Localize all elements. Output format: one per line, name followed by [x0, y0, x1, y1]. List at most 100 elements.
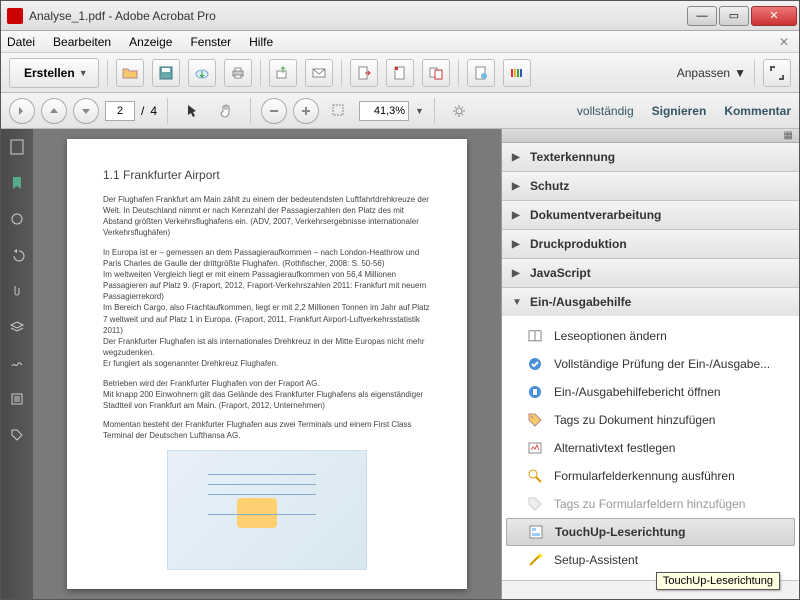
zoom-in-button[interactable]: [293, 98, 319, 124]
maximize-button[interactable]: ▭: [719, 6, 749, 26]
layers-icon[interactable]: [7, 317, 27, 337]
page-input[interactable]: [105, 101, 135, 121]
open-button[interactable]: [116, 59, 144, 87]
doc-heading: 1.1 Frankfurter Airport: [103, 167, 431, 184]
tool-label: Ein-/Ausgabehilfebericht öffnen: [554, 385, 721, 399]
next-page-button[interactable]: [73, 98, 99, 124]
print-button[interactable]: [224, 59, 252, 87]
tool-touchup[interactable]: TouchUp-Leserichtung: [506, 518, 795, 546]
menu-bearbeiten[interactable]: Bearbeiten: [53, 35, 111, 49]
section-texterkennung[interactable]: ▶ Texterkennung: [502, 143, 799, 171]
minimize-button[interactable]: —: [687, 6, 717, 26]
fullscreen-button[interactable]: [763, 59, 791, 87]
window-controls: — ▭ ✕: [687, 6, 799, 26]
menu-hilfe[interactable]: Hilfe: [249, 35, 273, 49]
body: 1.1 Frankfurter Airport Der Flughafen Fr…: [1, 129, 799, 599]
airport-map-figure: [167, 450, 367, 570]
thumbnails-icon[interactable]: [7, 137, 27, 157]
colors-button[interactable]: [503, 59, 531, 87]
combine-button[interactable]: [422, 59, 450, 87]
book-icon: [526, 327, 544, 345]
section-label: Schutz: [530, 179, 569, 193]
tool-alternativtext[interactable]: Alternativtext festlegen: [502, 434, 799, 462]
customize-dropdown[interactable]: Anpassen ▼: [677, 66, 746, 80]
zoom-out-button[interactable]: [261, 98, 287, 124]
section-druckproduktion[interactable]: ▶Druckproduktion: [502, 230, 799, 258]
comment-label[interactable]: Kommentar: [724, 104, 791, 118]
share-button[interactable]: [269, 59, 297, 87]
section-dokumentverarbeitung[interactable]: ▶ Dokumentverarbeitung: [502, 201, 799, 229]
rainbow-icon: [509, 65, 525, 81]
main-toolbar: Erstellen ▼ Anpassen ▼: [1, 53, 799, 93]
tool-setup[interactable]: Setup-Assistent: [502, 546, 799, 574]
undo-icon[interactable]: [7, 245, 27, 265]
order-icon[interactable]: [7, 389, 27, 409]
tool-tags-formular: Tags zu Formularfeldern hinzufügen: [502, 490, 799, 518]
section-label: Texterkennung: [530, 150, 615, 164]
menu-fenster[interactable]: Fenster: [190, 35, 231, 49]
attachments-icon[interactable]: [7, 209, 27, 229]
gear-icon: [451, 103, 467, 119]
menu-anzeige[interactable]: Anzeige: [129, 35, 172, 49]
folder-icon: [122, 65, 138, 81]
export-button[interactable]: [350, 59, 378, 87]
cloud-button[interactable]: [188, 59, 216, 87]
titlebar: Analyse_1.pdf - Adobe Acrobat Pro — ▭ ✕: [1, 1, 799, 31]
menu-datei[interactable]: Datei: [7, 35, 35, 49]
tool-label: Vollständige Prüfung der Ein-/Ausgabe...: [554, 357, 770, 371]
save-button[interactable]: [152, 59, 180, 87]
tooltip: TouchUp-Leserichtung: [656, 572, 780, 590]
tools-dropdown[interactable]: [445, 97, 473, 125]
edit-button[interactable]: [467, 59, 495, 87]
form-icon: [526, 467, 544, 485]
chevron-right-icon: ▶: [512, 152, 522, 163]
tool-leseoptionen[interactable]: Leseoptionen ändern: [502, 322, 799, 350]
nav-toolbar: / 4 ▼ vollständig Signieren Kommentar: [1, 93, 799, 129]
total-pages: 4: [150, 104, 157, 118]
clip-icon[interactable]: [7, 281, 27, 301]
zoom-chevron-icon[interactable]: ▼: [415, 106, 424, 116]
tool-formularfeld[interactable]: Formularfelderkennung ausführen: [502, 462, 799, 490]
section-label: Dokumentverarbeitung: [530, 208, 661, 222]
email-button[interactable]: [305, 59, 333, 87]
create-pdf-button[interactable]: [386, 59, 414, 87]
close-button[interactable]: ✕: [751, 6, 797, 26]
doc-para-2: In Europa ist er – gemessen an dem Passa…: [103, 247, 431, 370]
tool-label: Tags zu Dokument hinzufügen: [554, 413, 715, 427]
signature-icon[interactable]: [7, 353, 27, 373]
bookmarks-icon[interactable]: [7, 173, 27, 193]
tool-vollpruefung[interactable]: Vollständige Prüfung der Ein-/Ausgabe...: [502, 350, 799, 378]
menu-close-icon[interactable]: ✕: [779, 35, 789, 49]
zoom-input[interactable]: [359, 101, 409, 121]
expand-icon: [769, 65, 785, 81]
chevron-down-icon: ▼: [512, 297, 522, 308]
create-button[interactable]: Erstellen ▼: [9, 58, 99, 88]
tool-label: Tags zu Formularfeldern hinzufügen: [554, 497, 745, 511]
prev-page-button[interactable]: [41, 98, 67, 124]
marquee-zoom[interactable]: [325, 97, 353, 125]
tools-panel: ▦ ▶ Texterkennung ▶Schutz ▶ Dokumentverarb…: [501, 129, 799, 599]
panel-menu-icon[interactable]: ▦: [784, 130, 793, 141]
doc-para-1: Der Flughafen Frankfurt am Main zählt zu…: [103, 194, 431, 239]
tool-tags-dokument[interactable]: Tags zu Dokument hinzufügen: [502, 406, 799, 434]
section-schutz[interactable]: ▶Schutz: [502, 172, 799, 200]
chevron-right-icon: ▶: [512, 210, 522, 221]
tags-icon[interactable]: [7, 425, 27, 445]
hand-tool[interactable]: [212, 97, 240, 125]
section-label: Ein-/Ausgabehilfe: [530, 295, 631, 309]
down-icon: [80, 105, 92, 117]
fullscreen-label[interactable]: vollständig: [577, 104, 634, 118]
edit-icon: [473, 65, 489, 81]
section-javascript[interactable]: ▶JavaScript: [502, 259, 799, 287]
select-tool[interactable]: [178, 97, 206, 125]
print-icon: [230, 65, 246, 81]
section-ein-ausgabehilfe[interactable]: ▼ Ein-/Ausgabehilfe: [502, 288, 799, 316]
tool-bericht[interactable]: Ein-/Ausgabehilfebericht öffnen: [502, 378, 799, 406]
document-area[interactable]: 1.1 Frankfurter Airport Der Flughafen Fr…: [33, 129, 501, 599]
first-icon: [16, 105, 28, 117]
document-page: 1.1 Frankfurter Airport Der Flughafen Fr…: [67, 139, 467, 589]
sign-label[interactable]: Signieren: [652, 104, 707, 118]
panel-header: ▦: [502, 129, 799, 143]
first-page-button[interactable]: [9, 98, 35, 124]
tool-label: Formularfelderkennung ausführen: [554, 469, 735, 483]
